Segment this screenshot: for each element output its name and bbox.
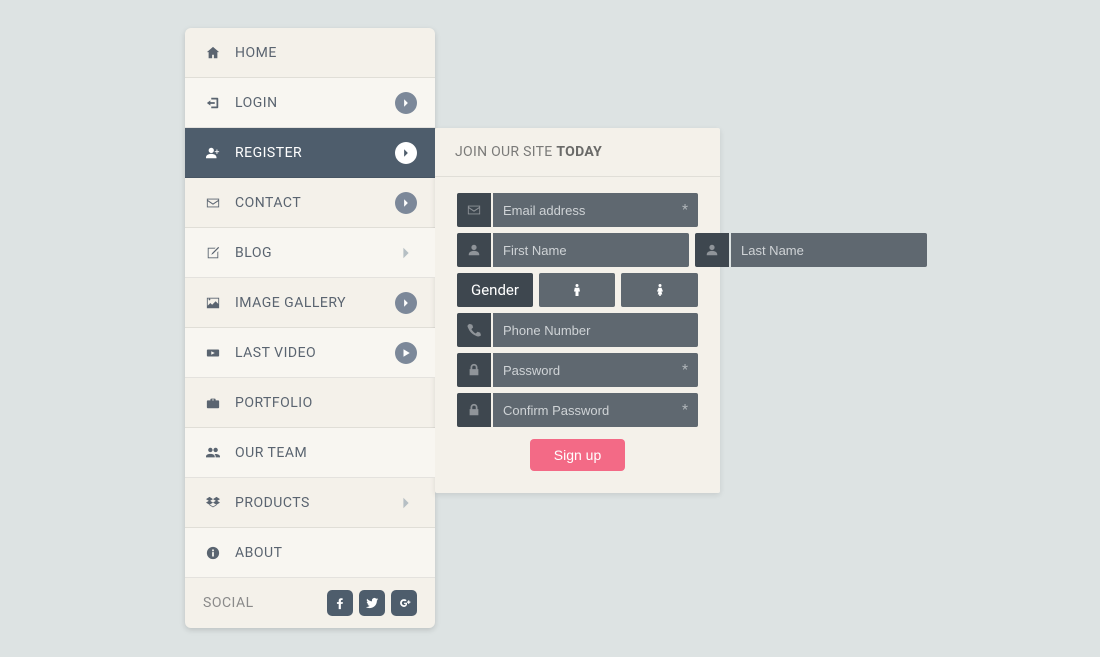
user-add-icon <box>203 146 223 160</box>
info-icon <box>203 546 223 560</box>
last-name-field[interactable] <box>731 233 927 267</box>
password-field[interactable] <box>493 353 698 387</box>
confirm-password-field[interactable] <box>493 393 698 427</box>
user-icon <box>695 233 729 267</box>
sidebar-social: SOCIAL <box>185 578 435 628</box>
panel-title-bold: TODAY <box>556 144 602 160</box>
mail-icon <box>203 196 223 210</box>
sidebar-item-label: HOME <box>235 45 417 61</box>
chevron-right-icon <box>395 142 417 164</box>
social-label: SOCIAL <box>203 595 327 611</box>
phone-field[interactable] <box>493 313 698 347</box>
sidebar-item-label: IMAGE GALLERY <box>235 295 395 311</box>
gender-male-button[interactable] <box>539 273 616 307</box>
home-icon <box>203 46 223 60</box>
gender-female-button[interactable] <box>621 273 698 307</box>
sidebar-item-label: LAST VIDEO <box>235 345 395 361</box>
sidebar-item-video[interactable]: LAST VIDEO <box>185 328 435 378</box>
video-icon <box>203 346 223 360</box>
app-container: HOME LOGIN REGISTER CONTACT BLOG IMAGE G… <box>185 28 720 628</box>
sidebar: HOME LOGIN REGISTER CONTACT BLOG IMAGE G… <box>185 28 435 628</box>
sidebar-item-login[interactable]: LOGIN <box>185 78 435 128</box>
sidebar-item-home[interactable]: HOME <box>185 28 435 78</box>
signin-icon <box>203 96 223 110</box>
register-panel: JOIN OUR SITE TODAY Gender <box>435 128 720 493</box>
sidebar-item-label: LOGIN <box>235 95 395 111</box>
sidebar-item-label: PORTFOLIO <box>235 395 417 411</box>
email-field[interactable] <box>493 193 698 227</box>
twitter-icon[interactable] <box>359 590 385 616</box>
signup-button[interactable]: Sign up <box>530 439 625 471</box>
panel-title: JOIN OUR SITE TODAY <box>435 128 720 177</box>
sidebar-item-contact[interactable]: CONTACT <box>185 178 435 228</box>
googleplus-icon[interactable] <box>391 590 417 616</box>
chevron-right-icon <box>395 492 417 514</box>
sidebar-item-label: REGISTER <box>235 145 395 161</box>
play-icon <box>395 342 417 364</box>
mail-icon <box>457 193 491 227</box>
register-form: Gender Sign up <box>435 177 720 493</box>
gender-label: Gender <box>457 273 533 307</box>
sidebar-item-label: ABOUT <box>235 545 417 561</box>
facebook-icon[interactable] <box>327 590 353 616</box>
edit-icon <box>203 246 223 260</box>
user-icon <box>457 233 491 267</box>
sidebar-item-products[interactable]: PRODUCTS <box>185 478 435 528</box>
sidebar-item-gallery[interactable]: IMAGE GALLERY <box>185 278 435 328</box>
sidebar-item-blog[interactable]: BLOG <box>185 228 435 278</box>
lock-icon <box>457 393 491 427</box>
sidebar-item-label: OUR TEAM <box>235 445 417 461</box>
sidebar-item-label: BLOG <box>235 245 395 261</box>
phone-icon <box>457 313 491 347</box>
first-name-field[interactable] <box>493 233 689 267</box>
sidebar-item-team[interactable]: OUR TEAM <box>185 428 435 478</box>
dropbox-icon <box>203 496 223 510</box>
lock-icon <box>457 353 491 387</box>
chevron-right-icon <box>395 92 417 114</box>
sidebar-item-label: PRODUCTS <box>235 495 395 511</box>
chevron-right-icon <box>395 242 417 264</box>
briefcase-icon <box>203 396 223 410</box>
image-icon <box>203 296 223 310</box>
sidebar-item-label: CONTACT <box>235 195 395 211</box>
panel-title-prefix: JOIN OUR SITE <box>455 144 556 160</box>
chevron-right-icon <box>395 292 417 314</box>
chevron-right-icon <box>395 192 417 214</box>
sidebar-item-about[interactable]: ABOUT <box>185 528 435 578</box>
sidebar-item-register[interactable]: REGISTER <box>185 128 435 178</box>
sidebar-item-portfolio[interactable]: PORTFOLIO <box>185 378 435 428</box>
users-icon <box>203 446 223 460</box>
